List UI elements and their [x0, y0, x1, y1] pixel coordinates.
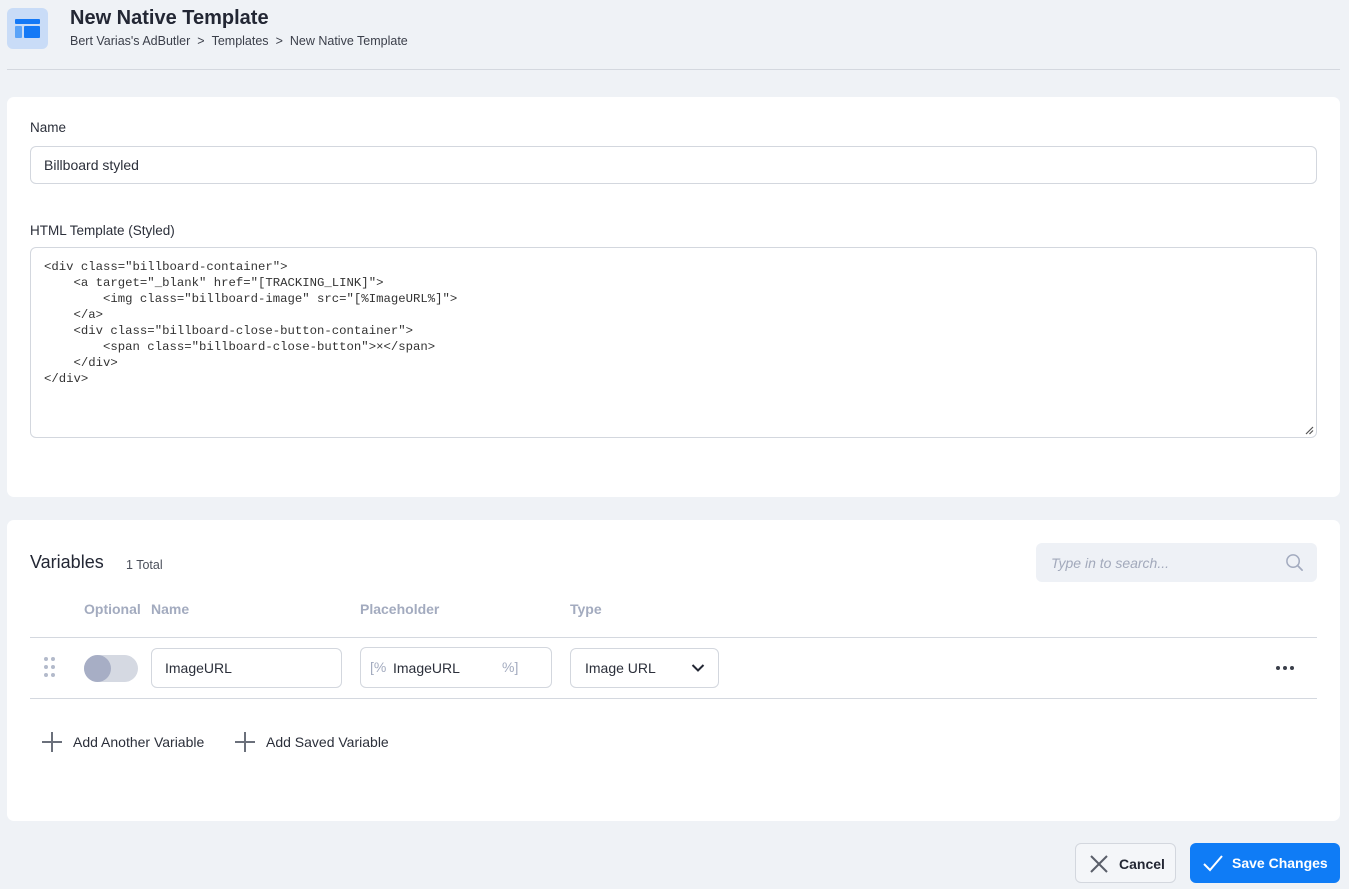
optional-toggle[interactable]	[84, 655, 138, 682]
placeholder-prefix: [%	[370, 659, 387, 675]
add-saved-variable-label: Add Saved Variable	[266, 734, 389, 750]
variables-title: Variables	[30, 552, 104, 572]
search-icon[interactable]	[1285, 553, 1304, 572]
chevron-down-icon	[691, 664, 705, 672]
breadcrumb-separator: >	[197, 34, 205, 48]
breadcrumb-current: New Native Template	[289, 34, 408, 48]
column-header-name: Name	[151, 601, 190, 617]
html-template-textarea[interactable]: <div class="billboard-container"> <a tar…	[30, 247, 1317, 438]
column-header-placeholder: Placeholder	[360, 601, 440, 617]
header-divider	[7, 69, 1340, 70]
variable-name-input[interactable]: ImageURL	[151, 648, 342, 688]
breadcrumb-separator: >	[275, 34, 283, 48]
page-title: New Native Template	[70, 7, 269, 29]
add-another-variable-label: Add Another Variable	[73, 734, 205, 750]
variables-search-input[interactable]	[1036, 543, 1317, 582]
table-row-divider	[30, 698, 1317, 699]
variables-count: 1 Total	[126, 558, 163, 572]
name-label: Name	[30, 120, 67, 135]
variable-type-select[interactable]: Image URL	[570, 648, 719, 688]
placeholder-suffix: %]	[502, 659, 519, 675]
variables-search[interactable]	[1036, 543, 1317, 582]
breadcrumb: Bert Varias's AdButler > Templates > New…	[70, 34, 408, 48]
drag-handle-icon[interactable]	[44, 657, 56, 679]
plus-icon	[235, 732, 255, 752]
name-input[interactable]: Billboard styled	[30, 146, 1317, 184]
save-changes-label: Save Changes	[1232, 855, 1328, 871]
html-template-code: <div class="billboard-container"> <a tar…	[44, 260, 458, 386]
html-template-label: HTML Template (Styled)	[30, 223, 175, 238]
column-header-type: Type	[570, 601, 602, 617]
page-header: New Native Template Bert Varias's AdButl…	[0, 0, 1349, 70]
toggle-knob	[84, 655, 111, 682]
add-another-variable-button[interactable]: Add Another Variable	[42, 732, 204, 752]
variable-placeholder-input[interactable]: [% ImageURL %]	[360, 647, 552, 688]
table-header-divider	[30, 637, 1317, 638]
plus-icon	[42, 732, 62, 752]
add-saved-variable-button[interactable]: Add Saved Variable	[235, 732, 389, 752]
close-icon	[1090, 855, 1108, 873]
cancel-label: Cancel	[1119, 856, 1165, 872]
variable-type-value: Image URL	[585, 660, 656, 676]
template-layout-icon	[7, 8, 48, 49]
more-options-icon[interactable]	[1275, 658, 1297, 678]
placeholder-value: ImageURL	[393, 660, 460, 676]
resize-handle-icon[interactable]	[1304, 425, 1314, 435]
breadcrumb-templates[interactable]: Templates	[212, 34, 269, 48]
column-header-optional: Optional	[84, 601, 141, 617]
save-changes-button[interactable]: Save Changes	[1190, 843, 1340, 883]
template-details-card: Name Billboard styled HTML Template (Sty…	[7, 97, 1340, 497]
variables-card: Variables 1 Total Optional Name Placehol…	[7, 520, 1340, 821]
checkmark-icon	[1203, 855, 1223, 872]
cancel-button[interactable]: Cancel	[1075, 843, 1176, 883]
breadcrumb-account[interactable]: Bert Varias's AdButler	[70, 34, 190, 48]
